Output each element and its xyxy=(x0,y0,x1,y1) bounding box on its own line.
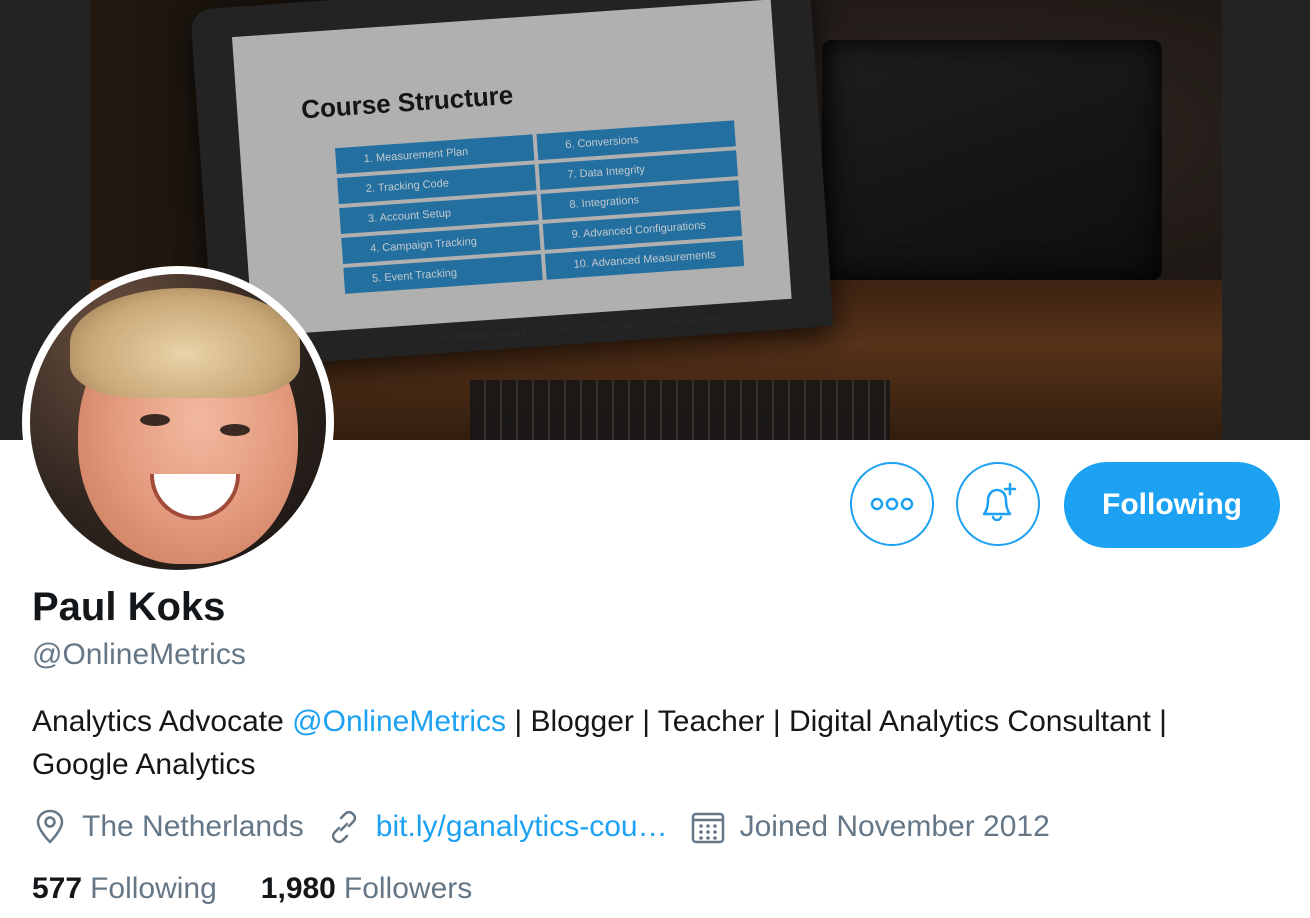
avatar-photo xyxy=(30,274,326,570)
website-link[interactable]: bit.ly/ganalytics-cou… xyxy=(376,810,668,844)
notifications-button[interactable] xyxy=(956,462,1040,546)
profile-handle: @OnlineMetrics xyxy=(32,638,246,671)
profile-joined: Joined November 2012 xyxy=(690,809,1050,845)
profile-website[interactable]: bit.ly/ganalytics-cou… xyxy=(326,809,668,845)
profile-avatar[interactable] xyxy=(22,266,334,578)
bio-text: Analytics Advocate xyxy=(32,705,293,738)
profile-bio: Analytics Advocate @OnlineMetrics | Blog… xyxy=(32,700,1262,786)
profile-stats: 577 Following 1,980 Followers xyxy=(32,872,516,906)
location-pin-icon xyxy=(36,809,64,844)
link-icon xyxy=(331,810,356,844)
calendar-icon xyxy=(691,812,724,844)
followers-count: 1,980 xyxy=(260,872,336,905)
profile-meta: The Netherlands bit.ly/ganalytics-cou… J… xyxy=(32,806,1072,848)
profile-name: Paul Koks xyxy=(32,585,226,629)
avatar-eye xyxy=(220,424,250,436)
following-label: Following xyxy=(90,872,217,905)
avatar-eye xyxy=(140,414,170,426)
following-stat-link[interactable]: 577 Following xyxy=(32,872,217,906)
profile-location: The Netherlands xyxy=(32,809,304,845)
avatar-hair xyxy=(70,288,300,398)
following-count: 577 xyxy=(32,872,83,905)
bio-mention-link[interactable]: @OnlineMetrics xyxy=(292,705,506,738)
followers-label: Followers xyxy=(343,872,473,905)
location-text: The Netherlands xyxy=(82,810,304,843)
bell-plus-icon xyxy=(982,482,1017,522)
following-button[interactable]: Following xyxy=(1064,462,1280,548)
followers-stat-link[interactable]: 1,980 Followers xyxy=(261,872,472,906)
more-options-button[interactable] xyxy=(850,462,934,546)
more-dots-icon xyxy=(870,497,914,511)
joined-text: Joined November 2012 xyxy=(739,810,1050,843)
